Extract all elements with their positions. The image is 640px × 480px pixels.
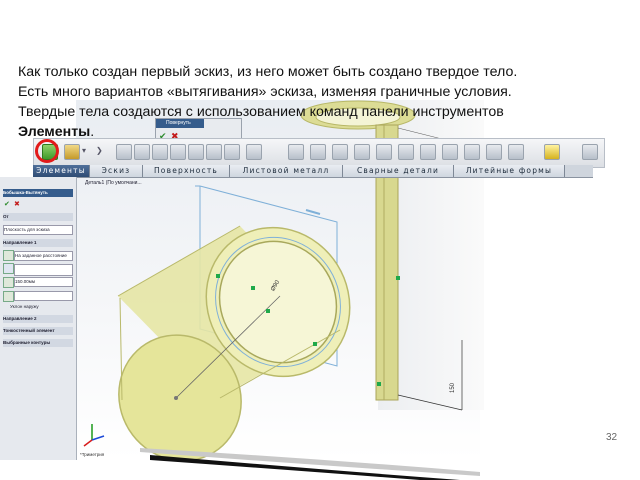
dome-icon[interactable] <box>246 144 262 160</box>
section-view-icon[interactable] <box>420 144 436 160</box>
highlight-circle <box>35 139 59 163</box>
slide-text-line-1: Как только создан первый эскиз, из него … <box>18 64 518 80</box>
slide-text-line-3: Твердые тела создаются с использованием … <box>18 104 504 120</box>
length-dimension[interactable]: 150 <box>450 383 456 393</box>
tab-weldments[interactable]: Сварные детали <box>343 165 454 177</box>
draft-toggle-icon[interactable] <box>3 291 14 302</box>
hole-wizard-icon[interactable] <box>224 144 240 160</box>
pm-draft-checkbox[interactable]: Уклон наружу <box>10 303 73 311</box>
linear-pattern-icon[interactable] <box>288 144 304 160</box>
pm-end-condition-select[interactable]: На заданное расстояние <box>14 251 73 261</box>
features-toolbar: ▾ ❯ <box>33 138 605 168</box>
display-style-icon[interactable] <box>442 144 458 160</box>
feature-tree-item[interactable]: Деталь1 (По умолчани... <box>85 180 142 186</box>
pm-draft-input[interactable] <box>14 291 73 301</box>
view-orientation-label: *Триметрия <box>80 452 105 457</box>
property-manager: Бобышка-Вытянуть ✔ ✖ От Плоскость для эс… <box>0 177 77 460</box>
chevron-down-icon[interactable]: ▾ <box>82 146 86 155</box>
edit-appearance-icon[interactable] <box>486 144 502 160</box>
slide-text-line-2: Есть много вариантов «вытягивания» эскиз… <box>18 84 512 100</box>
tab-sketch[interactable]: Эскиз <box>90 165 143 177</box>
pm-depth-input[interactable]: 150.00мм <box>14 277 73 287</box>
rib-icon[interactable] <box>170 144 186 160</box>
tab-mold-tools[interactable]: Литейные формы <box>454 165 565 177</box>
pm-direction2-label[interactable]: Направление 2 <box>3 315 73 323</box>
pm-cancel-x-icon[interactable]: ✖ <box>14 200 20 208</box>
extruded-cut-icon[interactable] <box>116 144 132 160</box>
fillet-icon[interactable] <box>134 144 150 160</box>
line-4-period: . <box>90 124 95 140</box>
scene-icon[interactable] <box>508 144 524 160</box>
view-settings-icon[interactable] <box>544 144 560 160</box>
tab-sheet-metal[interactable]: Листовой металл <box>230 165 343 177</box>
curves-icon[interactable] <box>354 144 370 160</box>
rebuild-icon[interactable] <box>398 144 414 160</box>
chevron-right-icon[interactable]: ❯ <box>96 146 103 155</box>
reference-geometry-icon[interactable] <box>332 144 348 160</box>
direction-arrow-icon[interactable] <box>3 263 14 274</box>
slide-text: Как только создан первый эскиз, из него … <box>18 62 618 142</box>
draft-icon[interactable] <box>206 144 222 160</box>
chamfer-icon[interactable] <box>152 144 168 160</box>
instant3d-icon[interactable] <box>376 144 392 160</box>
close-icon[interactable] <box>582 144 598 160</box>
command-manager-tabs: Элементы Эскиз Поверхность Листовой мета… <box>33 165 593 178</box>
pm-ok-check-icon[interactable]: ✔ <box>4 200 10 208</box>
pm-direction1-label[interactable]: Направление 1 <box>3 239 73 247</box>
slide-text-line-4: Элементы. <box>18 122 618 142</box>
hide-show-icon[interactable] <box>464 144 480 160</box>
page-number: 32 <box>606 432 618 443</box>
pm-from-select[interactable]: Плоскость для эскиза <box>3 225 73 235</box>
tab-surfaces[interactable]: Поверхность <box>143 165 230 177</box>
pm-title: Бобышка-Вытянуть <box>3 189 73 197</box>
pm-selected-contours-label[interactable]: Выбранные контуры <box>3 339 73 347</box>
tab-features[interactable]: Элементы <box>33 165 90 177</box>
mirror-icon[interactable] <box>310 144 326 160</box>
revolved-boss-icon[interactable] <box>64 144 80 160</box>
shell-icon[interactable] <box>188 144 204 160</box>
features-toolbar-name: Элементы <box>18 124 91 140</box>
depth-icon <box>3 277 14 288</box>
pm-thin-feature-label[interactable]: Тонкостенный элемент <box>3 327 73 335</box>
pm-from-label: От <box>3 213 73 221</box>
reverse-direction-icon[interactable] <box>3 250 14 261</box>
pm-direction-field[interactable] <box>14 264 73 276</box>
